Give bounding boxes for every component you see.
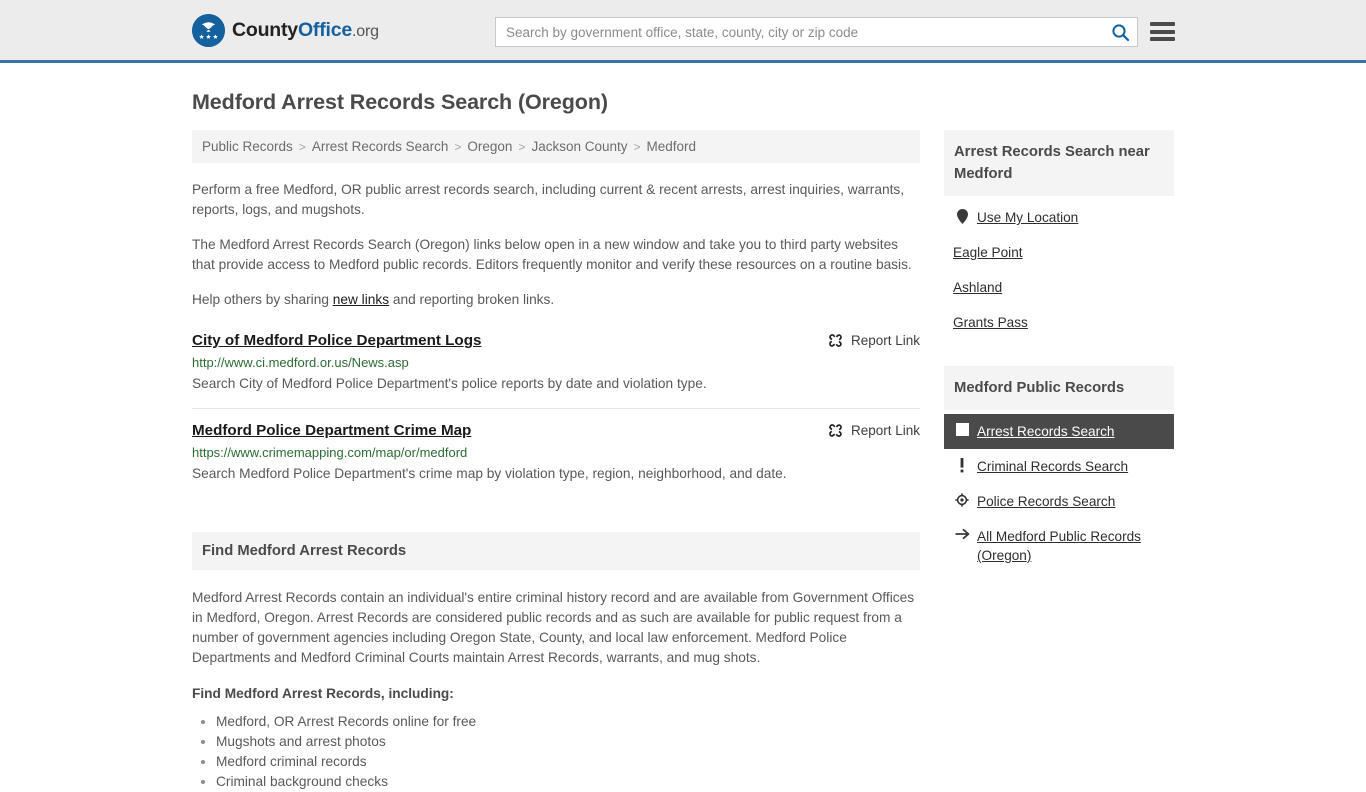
sidebar-item-label: Use My Location: [977, 210, 1079, 225]
sidebar-item-label: Criminal Records Search: [977, 459, 1129, 474]
sidebar: Arrest Records Search near Medford Use M…: [944, 130, 1174, 599]
new-links-link[interactable]: new links: [333, 292, 389, 307]
intro-text: Perform a free Medford, OR public arrest…: [192, 180, 920, 310]
search-button[interactable]: [1103, 18, 1137, 46]
find-records-list-heading: Find Medford Arrest Records, including:: [192, 686, 454, 701]
result-item: Medford Police Department Crime Map Repo…: [192, 422, 920, 498]
result-title-link[interactable]: Medford Police Department Crime Map: [192, 422, 471, 439]
arrest-card-icon: [953, 423, 971, 436]
breadcrumb-item-jackson-county[interactable]: Jackson County: [531, 139, 627, 154]
sidebar-near-title: Arrest Records Search near Medford: [954, 144, 1150, 182]
sidebar-item-use-my-location[interactable]: Use My Location: [944, 200, 1174, 235]
sidebar-item-label: Police Records Search: [977, 494, 1116, 509]
police-badge-icon: [953, 493, 971, 507]
report-link-button[interactable]: Report Link: [828, 333, 920, 348]
sidebar-item-police-records-search[interactable]: Police Records Search: [944, 484, 1174, 519]
find-records-list: Medford, OR Arrest Records online for fr…: [192, 712, 920, 792]
result-url[interactable]: https://www.crimemapping.com/map/or/medf…: [192, 445, 920, 460]
result-list: City of Medford Police Department Logs R…: [192, 332, 920, 498]
breadcrumb-separator: >: [454, 139, 462, 154]
main-column: Public Records > Arrest Records Search >…: [192, 130, 920, 792]
logo-wordmark: CountyOffice.org: [232, 19, 379, 42]
broken-link-icon: [829, 334, 842, 347]
logo-text-county: County: [232, 18, 298, 41]
breadcrumb-item-arrest-records-search[interactable]: Arrest Records Search: [312, 139, 449, 154]
sidebar-records-title: Medford Public Records: [954, 380, 1125, 396]
content-row: Public Records > Arrest Records Search >…: [192, 130, 1174, 792]
broken-link-icon: [829, 424, 842, 437]
sidebar-near-list: Use My Location Eagle Point Ashland Gran…: [944, 196, 1174, 340]
sidebar-item-criminal-records-search[interactable]: Criminal Records Search: [944, 449, 1174, 484]
eagle-star-badge-icon: [192, 13, 225, 47]
search-icon: [1111, 23, 1129, 41]
breadcrumb-item-medford[interactable]: Medford: [647, 139, 697, 154]
sidebar-item-ashland[interactable]: Ashland: [944, 270, 1174, 305]
sidebar-card-public-records: Medford Public Records Arrest Records Se…: [944, 366, 1174, 573]
breadcrumb-item-oregon[interactable]: Oregon: [467, 139, 512, 154]
hamburger-bar: [1150, 22, 1175, 26]
list-item: Criminal background checks: [216, 772, 920, 792]
search-input[interactable]: [496, 18, 1103, 46]
intro-paragraph-3: Help others by sharing new links and rep…: [192, 290, 920, 310]
sidebar-records-list: Arrest Records Search Criminal Records S…: [944, 410, 1174, 573]
find-records-body: Medford Arrest Records contain an indivi…: [192, 588, 920, 792]
site-logo[interactable]: CountyOffice.org: [192, 13, 379, 47]
list-item: Medford criminal records: [216, 752, 920, 772]
report-link-label: Report Link: [850, 333, 920, 348]
result-url[interactable]: http://www.ci.medford.or.us/News.asp: [192, 355, 920, 370]
result-description: Search Medford Police Department's crime…: [192, 466, 787, 481]
sidebar-card-header: Medford Public Records: [944, 366, 1174, 410]
find-records-heading: Find Medford Arrest Records: [202, 543, 407, 559]
breadcrumb-item-public-records[interactable]: Public Records: [202, 139, 293, 154]
logo-text-suffix: .org: [352, 22, 379, 40]
breadcrumb: Public Records > Arrest Records Search >…: [192, 130, 920, 163]
report-link-label: Report Link: [850, 423, 920, 438]
sidebar-item-arrest-records-search[interactable]: Arrest Records Search: [944, 414, 1174, 449]
page-title: Medford Arrest Records Search (Oregon): [192, 90, 608, 114]
intro-paragraph-1: Perform a free Medford, OR public arrest…: [192, 182, 905, 217]
breadcrumb-separator: >: [518, 139, 526, 154]
sidebar-card-header: Arrest Records Search near Medford: [944, 130, 1174, 196]
find-records-paragraph: Medford Arrest Records contain an indivi…: [192, 590, 915, 665]
intro-p3-before: Help others by sharing: [192, 292, 333, 307]
page-container: Medford Arrest Records Search (Oregon) P…: [0, 90, 1366, 792]
list-item: Mugshots and arrest photos: [216, 732, 920, 752]
sidebar-item-label: Arrest Records Search: [977, 424, 1115, 439]
breadcrumb-separator: >: [298, 139, 306, 154]
sidebar-item-label: Eagle Point: [953, 245, 1023, 260]
sidebar-item-label: Grants Pass: [953, 315, 1028, 330]
breadcrumb-separator: >: [633, 139, 641, 154]
sidebar-item-label: All Medford Public Records (Oregon): [977, 529, 1141, 563]
sidebar-item-label: Ashland: [953, 280, 1003, 295]
result-header: Medford Police Department Crime Map Repo…: [192, 422, 920, 439]
sidebar-item-eagle-point[interactable]: Eagle Point: [944, 235, 1174, 270]
sidebar-item-grants-pass[interactable]: Grants Pass: [944, 305, 1174, 340]
list-item: Medford, OR Arrest Records online for fr…: [216, 712, 920, 732]
hamburger-bar: [1150, 37, 1175, 41]
hamburger-bar: [1150, 29, 1175, 34]
location-pin-icon: [953, 209, 971, 224]
site-header: CountyOffice.org: [0, 0, 1366, 63]
search-bar[interactable]: [495, 17, 1138, 47]
sidebar-card-near-medford: Arrest Records Search near Medford Use M…: [944, 130, 1174, 340]
arrow-right-icon: [953, 528, 971, 540]
intro-p3-after: and reporting broken links.: [389, 292, 555, 307]
result-header: City of Medford Police Department Logs R…: [192, 332, 920, 349]
find-records-band: Find Medford Arrest Records: [192, 532, 920, 570]
intro-paragraph-2: The Medford Arrest Records Search (Orego…: [192, 237, 912, 272]
report-link-button[interactable]: Report Link: [828, 423, 920, 438]
hamburger-menu-icon[interactable]: [1150, 19, 1175, 44]
sidebar-item-all-public-records[interactable]: All Medford Public Records (Oregon): [944, 519, 1174, 573]
result-item: City of Medford Police Department Logs R…: [192, 332, 920, 409]
exclamation-icon: [953, 458, 971, 473]
result-title-link[interactable]: City of Medford Police Department Logs: [192, 332, 481, 349]
result-description: Search City of Medford Police Department…: [192, 376, 707, 391]
logo-text-office: Office: [297, 18, 353, 41]
